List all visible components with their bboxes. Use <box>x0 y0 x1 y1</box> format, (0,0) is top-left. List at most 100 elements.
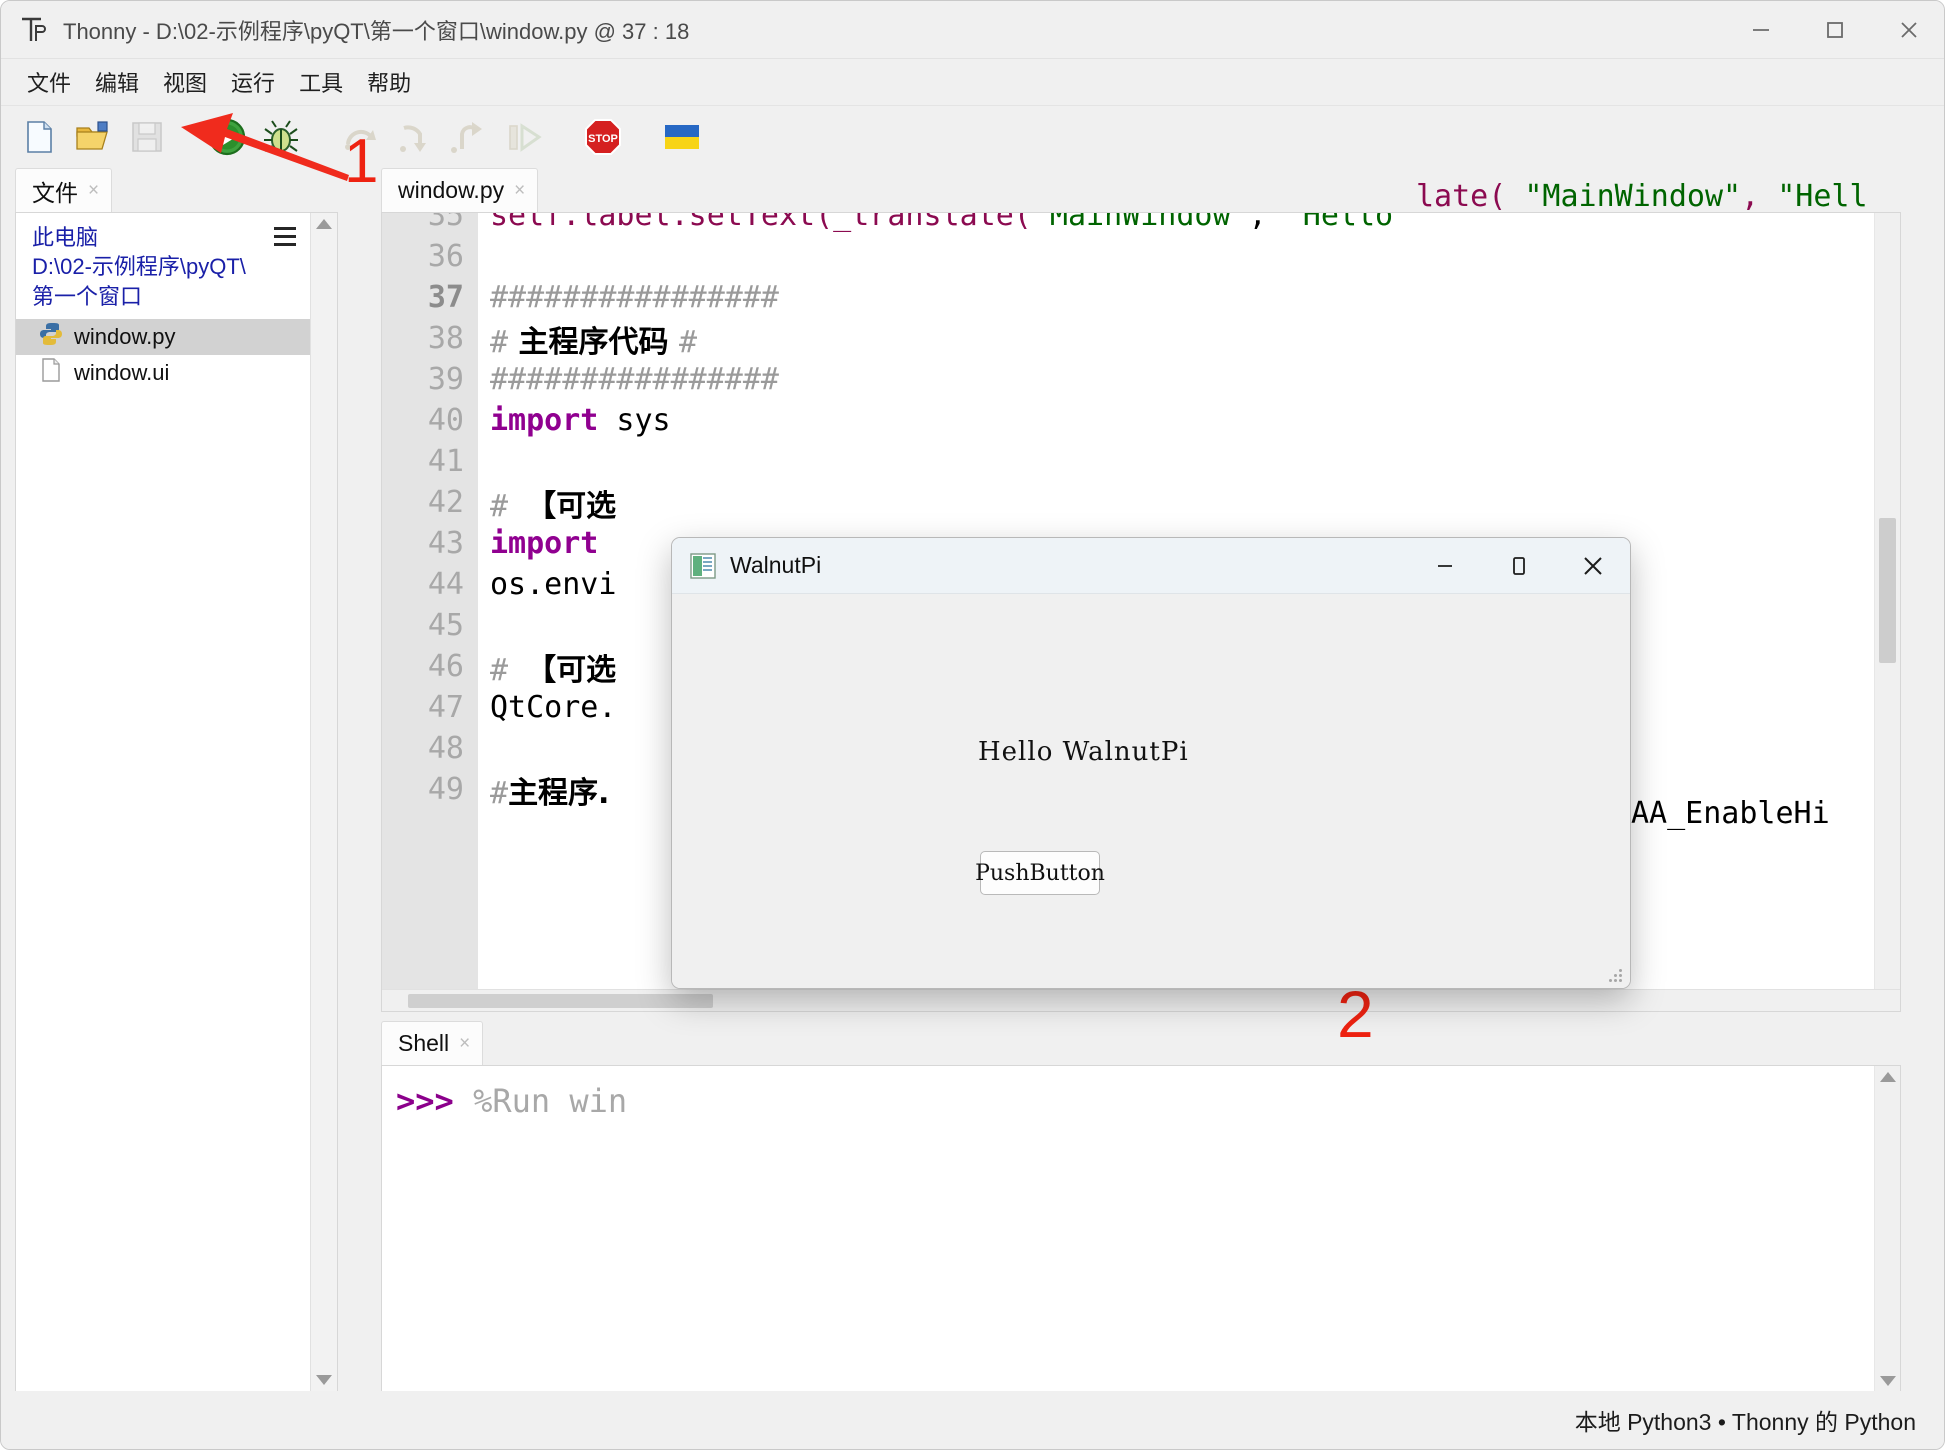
annotation-2: 2 <box>1337 981 1374 1047</box>
walnutpi-window-controls <box>1408 538 1630 594</box>
file-list[interactable]: 此电脑 D:\02-示例程序\pyQT\ 第一个窗口 window.py <box>16 213 310 1391</box>
scroll-down-icon[interactable] <box>316 1375 332 1385</box>
files-panel-body: 此电脑 D:\02-示例程序\pyQT\ 第一个窗口 window.py <box>15 212 338 1392</box>
document-file-icon <box>38 357 64 388</box>
code-line: 38# 主程序代码 # <box>382 318 1900 359</box>
code-line: 41 <box>382 441 1900 482</box>
line-number: 38 <box>382 321 478 356</box>
line-number: 37 <box>382 280 478 315</box>
code-text[interactable]: import sys <box>478 403 671 438</box>
shell-command: %Run win <box>473 1082 627 1120</box>
menu-tools[interactable]: 工具 <box>287 62 355 102</box>
walnutpi-titlebar: WalnutPi <box>672 538 1630 594</box>
code-text[interactable]: QtCore. <box>478 690 616 725</box>
statusbar: 本地 Python3 • Thonny 的 Python <box>1 1391 1945 1449</box>
maximize-button[interactable] <box>1798 1 1872 59</box>
path-line-2: D:\02-示例程序\pyQT\ <box>32 252 298 281</box>
list-item[interactable]: window.ui <box>16 355 310 391</box>
path-line-3: 第一个窗口 <box>32 282 298 311</box>
close-button[interactable] <box>1872 1 1945 59</box>
push-button[interactable]: PushButton <box>980 851 1100 895</box>
line-number: 44 <box>382 567 478 602</box>
shell-command-line: >>> %Run win <box>382 1066 1900 1120</box>
walnutpi-maximize-button[interactable] <box>1482 538 1556 594</box>
thonny-window: Thonny - D:\02-示例程序\pyQT\第一个窗口\window.py… <box>0 0 1945 1450</box>
code-line: 42# 【可选 <box>382 482 1900 523</box>
resize-grip-icon[interactable] <box>1609 969 1623 983</box>
tab-window-py-close-icon[interactable]: × <box>514 180 525 202</box>
menu-edit[interactable]: 编辑 <box>83 62 151 102</box>
annotation-1: 1 <box>344 131 378 193</box>
line-number: 48 <box>382 731 478 766</box>
editor-scroll-thumb[interactable] <box>1879 518 1896 663</box>
files-menu-icon[interactable] <box>274 227 296 251</box>
menu-view[interactable]: 视图 <box>151 62 219 102</box>
walnutpi-minimize-button[interactable] <box>1408 538 1482 594</box>
code-text[interactable]: os.envi <box>478 567 616 602</box>
files-vertical-scrollbar[interactable] <box>310 213 337 1391</box>
line-number: 39 <box>382 362 478 397</box>
tab-files-close-icon[interactable]: × <box>88 180 99 202</box>
files-panel: 文件 × 此电脑 D:\02-示例程序\pyQT\ 第一个窗口 <box>15 168 338 1392</box>
thonny-logo-icon <box>19 14 49 46</box>
annotation-arrow-icon <box>181 109 451 189</box>
code-line: 40import sys <box>382 400 1900 441</box>
walnutpi-close-button[interactable] <box>1556 538 1630 594</box>
code-text[interactable]: # 【可选 <box>478 481 616 525</box>
menu-run[interactable]: 运行 <box>219 62 287 102</box>
line-number: 49 <box>382 772 478 807</box>
shell-vertical-scrollbar[interactable] <box>1874 1066 1900 1392</box>
step-out-icon[interactable] <box>445 113 493 161</box>
editor-vertical-scrollbar[interactable] <box>1874 213 1900 991</box>
line-number: 41 <box>382 444 478 479</box>
editor-hscroll-thumb[interactable] <box>408 994 713 1008</box>
list-item-label: window.ui <box>74 360 169 386</box>
shell-scroll-up-icon[interactable] <box>1880 1072 1896 1082</box>
window-title: Thonny - D:\02-示例程序\pyQT\第一个窗口\window.py… <box>63 14 689 46</box>
line-number: 40 <box>382 403 478 438</box>
menu-file[interactable]: 文件 <box>15 62 83 102</box>
tab-shell[interactable]: Shell × <box>381 1021 483 1065</box>
minimize-button[interactable] <box>1724 1 1798 59</box>
scroll-up-icon[interactable] <box>316 219 332 229</box>
tab-files-label: 文件 <box>32 174 78 208</box>
code-text[interactable]: #主程序. <box>478 768 609 812</box>
code-line: 39################ <box>382 359 1900 400</box>
tab-shell-label: Shell <box>398 1030 449 1057</box>
code-text[interactable]: # 主程序代码 # <box>478 317 697 361</box>
new-file-icon[interactable] <box>15 113 63 161</box>
walnutpi-title: WalnutPi <box>730 552 821 579</box>
line-number: 35 <box>382 212 478 233</box>
line-number: 46 <box>382 649 478 684</box>
editor-horizontal-scrollbar[interactable] <box>382 989 1900 1011</box>
code-fragment-line35: late( "MainWindow", "Hell <box>1416 179 1901 223</box>
shell-tabstrip: Shell × <box>381 1021 1901 1065</box>
window-controls <box>1724 1 1945 59</box>
code-line: 37################ <box>382 277 1900 318</box>
interpreter-status[interactable]: 本地 Python3 • Thonny 的 Python <box>1575 1403 1916 1437</box>
resume-icon[interactable] <box>499 113 547 161</box>
current-path: 此电脑 D:\02-示例程序\pyQT\ 第一个窗口 <box>16 213 310 319</box>
line-number: 42 <box>382 485 478 520</box>
code-line: 36 <box>382 236 1900 277</box>
list-item[interactable]: window.py <box>16 319 310 355</box>
open-folder-icon[interactable] <box>69 113 117 161</box>
line-number: 45 <box>382 608 478 643</box>
shell-scroll-down-icon[interactable] <box>1880 1376 1896 1386</box>
ukraine-flag-icon[interactable] <box>659 113 707 161</box>
code-text[interactable]: import <box>478 526 598 561</box>
code-text[interactable]: # 【可选 <box>478 645 616 689</box>
code-text[interactable]: ################ <box>478 280 779 315</box>
code-text[interactable]: self.label.setText(_translate("MainWindo… <box>478 212 1393 233</box>
code-fragment-line47: AA_EnableHi <box>1631 796 1899 840</box>
code-text[interactable]: ################ <box>478 362 779 397</box>
shell-prompt: >>> <box>396 1082 454 1120</box>
stop-icon[interactable]: STOP <box>579 113 627 161</box>
walnutpi-window[interactable]: WalnutPi Hello WalnutPi PushButton <box>671 537 1631 989</box>
tab-shell-close-icon[interactable]: × <box>459 1033 470 1055</box>
window-titlebar: Thonny - D:\02-示例程序\pyQT\第一个窗口\window.py… <box>1 1 1945 59</box>
tab-files[interactable]: 文件 × <box>15 168 112 212</box>
menu-help[interactable]: 帮助 <box>355 62 423 102</box>
save-icon[interactable] <box>123 113 171 161</box>
shell-output[interactable]: >>> %Run win <box>381 1065 1901 1393</box>
